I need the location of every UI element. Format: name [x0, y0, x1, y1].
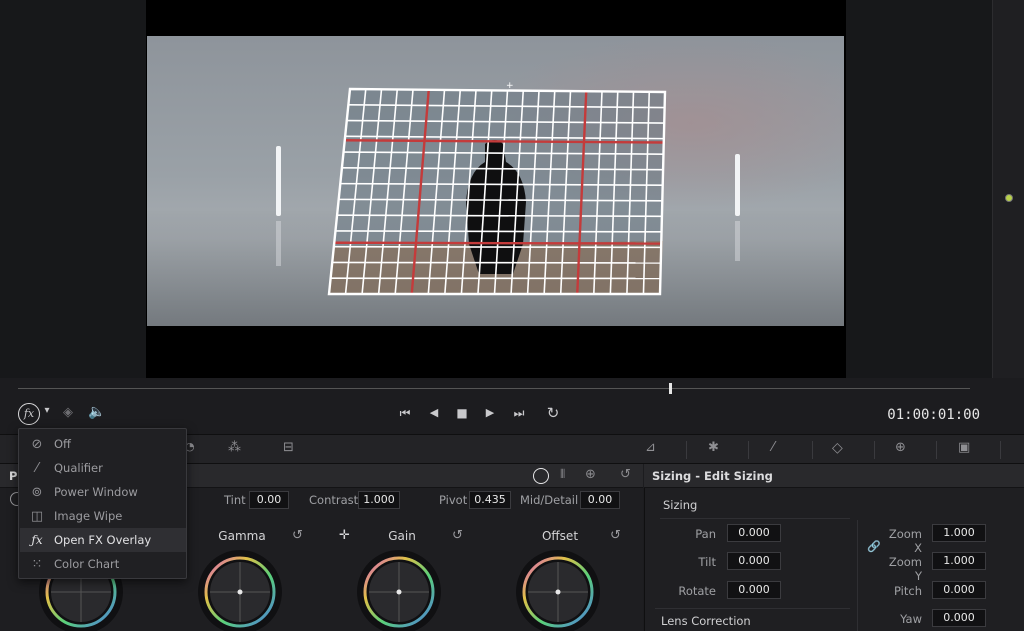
tilt-field[interactable]: 0.000	[727, 552, 781, 570]
motion-effects-icon[interactable]: ⊟	[283, 440, 309, 460]
tilt-label: Tilt	[698, 555, 716, 569]
sizing-panel	[644, 464, 1024, 631]
off-icon: ⊘	[31, 436, 43, 452]
offset-wheel-label: Offset	[541, 529, 579, 543]
sizing-header: Sizing - Edit Sizing	[644, 464, 1024, 488]
log-wheels-mode-icon[interactable]: ⊕	[585, 467, 596, 482]
lens-divider	[655, 608, 850, 609]
pan-label: Pan	[695, 527, 716, 541]
power-window-icon: ⊚	[31, 484, 43, 500]
gain-wheel-label: Gain	[388, 529, 416, 543]
offset-reset-icon[interactable]: ↺	[610, 528, 621, 543]
fx-icon: ƒx	[31, 533, 43, 547]
tracker-icon[interactable]: ⊕	[895, 440, 921, 460]
reverse-play-icon[interactable]: ◀	[427, 406, 441, 419]
eyedropper-icon: ⁄	[35, 460, 39, 476]
sizing-panel-title: Sizing - Edit Sizing	[652, 469, 773, 483]
offset-wheel[interactable]	[516, 550, 600, 631]
viewer-overlay-menu: ⊘ Off ⁄ Qualifier ⊚ Power Window ◫ Image…	[18, 428, 187, 579]
menu-item-label: Qualifier	[54, 461, 103, 475]
lens-correction-title: Lens Correction	[661, 614, 751, 628]
pan-field[interactable]: 0.000	[727, 524, 781, 542]
contrast-label: Contrast	[309, 493, 359, 507]
contrast-field[interactable]: 1.000	[358, 491, 400, 509]
skip-to-start-icon[interactable]: ⏮	[396, 406, 414, 421]
gain-wheel[interactable]	[357, 550, 441, 631]
yaw-label: Yaw	[900, 612, 922, 626]
menu-item-off[interactable]: ⊘ Off	[20, 432, 186, 456]
svg-text:+: +	[506, 81, 514, 91]
tint-field[interactable]: 0.00	[249, 491, 289, 509]
sizing-vertical-divider	[857, 520, 858, 631]
gamma-reset-icon[interactable]: ↺	[292, 528, 303, 543]
primaries-tab-initial: P	[9, 469, 18, 483]
color-match-icon[interactable]: ◔	[185, 440, 211, 460]
menu-item-qualifier[interactable]: ⁄ Qualifier	[20, 456, 186, 480]
gamma-wheel-label: Gamma	[218, 529, 266, 543]
sizing-section-title: Sizing	[663, 498, 698, 512]
tint-label: Tint	[224, 493, 246, 507]
menu-item-image-wipe[interactable]: ◫ Image Wipe	[20, 504, 186, 528]
skip-to-end-icon[interactable]: ⏭	[510, 406, 528, 421]
timecode: 01:00:01:00	[887, 407, 980, 423]
menu-item-color-chart[interactable]: ⁙ Color Chart	[20, 552, 186, 576]
node-editor-strip	[992, 0, 1024, 378]
middetail-field[interactable]: 0.00	[580, 491, 620, 509]
zoom-y-field[interactable]: 1.000	[932, 552, 986, 570]
crosshair-icon[interactable]: ✛	[339, 528, 350, 543]
node-input-dot[interactable]	[1005, 194, 1013, 202]
layers-icon[interactable]: ◈	[60, 405, 76, 420]
play-icon[interactable]: ▶	[483, 406, 497, 419]
menu-item-label: Power Window	[54, 485, 138, 499]
gamma-wheel[interactable]	[198, 550, 282, 631]
rotate-label: Rotate	[678, 584, 716, 598]
video-image: +	[147, 36, 844, 326]
color-wheels-mode-icon[interactable]	[533, 468, 549, 484]
grid-line	[333, 245, 662, 249]
chevron-down-icon[interactable]: ▾	[41, 405, 53, 416]
color-chart-icon: ⁙	[31, 556, 43, 572]
menu-item-label: Off	[54, 437, 71, 451]
zoom-x-field[interactable]: 1.000	[932, 524, 986, 542]
zoom-x-label: Zoom X	[888, 527, 922, 555]
menu-item-label: Color Chart	[54, 557, 120, 571]
sizing-divider	[660, 518, 850, 519]
image-wipe-icon: ◫	[30, 508, 44, 524]
link-zoom-icon[interactable]: 🔗	[867, 540, 881, 553]
menu-item-open-fx-overlay[interactable]: ƒx Open FX Overlay	[20, 528, 186, 552]
fx-icon[interactable]: fx	[18, 403, 40, 425]
gain-reset-icon[interactable]: ↺	[452, 528, 463, 543]
guide-line	[334, 241, 662, 245]
middetail-label: Mid/Detail	[520, 493, 579, 507]
menu-item-power-window[interactable]: ⊚ Power Window	[20, 480, 186, 504]
speaker-icon[interactable]: 🔈	[88, 404, 106, 420]
pivot-label: Pivot	[439, 493, 468, 507]
magic-mask-icon[interactable]: ▣	[958, 440, 984, 460]
zoom-y-label: Zoom Y	[888, 555, 922, 583]
yaw-field[interactable]: 0.000	[932, 609, 986, 627]
color-warper-icon[interactable]: ✱	[708, 440, 734, 460]
video-frame[interactable]: +	[147, 36, 844, 326]
pitch-label: Pitch	[894, 584, 922, 598]
curves-icon[interactable]: ⊿	[645, 440, 671, 460]
qualifier-icon[interactable]: ⁄	[772, 440, 798, 460]
window-icon[interactable]: ◇	[832, 440, 858, 460]
pivot-field[interactable]: 0.435	[469, 491, 511, 509]
playhead[interactable]	[669, 383, 673, 394]
menu-item-label: Open FX Overlay	[54, 533, 152, 547]
rotate-field[interactable]: 0.000	[727, 581, 781, 599]
pitch-field[interactable]: 0.000	[932, 581, 986, 599]
rgb-mixer-icon[interactable]: ⁂	[228, 440, 254, 460]
loop-icon[interactable]: ↻	[543, 404, 563, 422]
timeline-scrubber[interactable]	[18, 388, 970, 389]
stop-icon[interactable]: ■	[455, 406, 469, 420]
reset-all-icon[interactable]: ↺	[620, 467, 631, 482]
grid-line	[335, 230, 662, 233]
primaries-bars-mode-icon[interactable]: ⦀	[560, 467, 565, 482]
menu-item-label: Image Wipe	[54, 509, 123, 523]
